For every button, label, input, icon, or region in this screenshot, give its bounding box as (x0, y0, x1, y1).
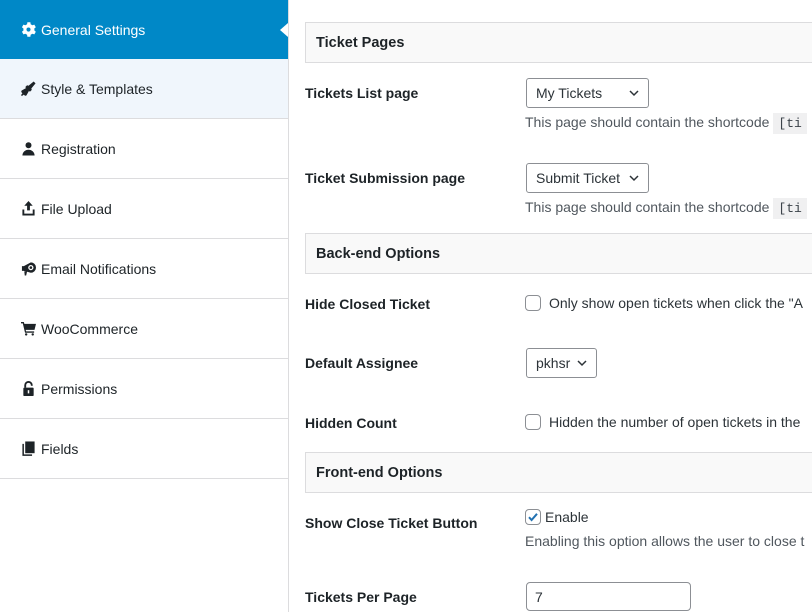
settings-sidebar: General Settings Style & Templates Regis… (0, 0, 289, 612)
chevron-down-icon (629, 90, 639, 97)
sidebar-item-style-templates[interactable]: Style & Templates (0, 59, 288, 119)
user-icon (20, 141, 36, 157)
settings-main: Ticket Pages Tickets List page My Ticket… (290, 0, 812, 612)
description-text: This page should contain the shortcode (525, 199, 770, 215)
sidebar-item-label: Email Notifications (41, 260, 157, 277)
show-close-ticket-description: Enabling this option allows the user to … (525, 533, 805, 549)
chevron-down-icon (629, 175, 639, 182)
sidebar-item-label: WooCommerce (41, 320, 138, 337)
select-value: Submit Ticket (536, 170, 621, 186)
cart-icon (20, 321, 36, 337)
hidden-count-label: Hidden Count (305, 415, 397, 431)
select-value: My Tickets (536, 85, 603, 101)
sidebar-item-label: Fields (41, 440, 79, 457)
checkbox-label: Only show open tickets when click the "A (549, 295, 803, 311)
shortcode: [ti (773, 113, 807, 134)
checkmark-icon (528, 513, 538, 522)
megaphone-icon (20, 261, 36, 277)
upload-icon (20, 201, 36, 217)
hidden-count-checkbox[interactable] (525, 414, 541, 430)
checkbox-label: Enable (545, 509, 589, 525)
chevron-down-icon (577, 360, 587, 367)
gear-icon (20, 22, 36, 38)
sidebar-item-file-upload[interactable]: File Upload (0, 179, 288, 239)
sidebar-item-email-notifications[interactable]: Email Notifications (0, 239, 288, 299)
default-assignee-select[interactable]: pkhsr (526, 348, 597, 378)
hide-closed-ticket-label: Hide Closed Ticket (305, 296, 431, 312)
sidebar-item-registration[interactable]: Registration (0, 119, 288, 179)
section-title: Front-end Options (316, 464, 443, 481)
input-value: 7 (535, 588, 543, 605)
tickets-list-page-description: This page should contain the shortcode [t… (525, 113, 807, 134)
paintbrush-icon (20, 81, 36, 97)
unlock-icon (20, 381, 36, 397)
sidebar-item-woocommerce[interactable]: WooCommerce (0, 299, 288, 359)
sidebar-item-fields[interactable]: Fields (0, 419, 288, 479)
ticket-submission-page-label: Ticket Submission page (305, 170, 466, 186)
section-title: Ticket Pages (316, 34, 405, 51)
sidebar-item-label: Style & Templates (41, 80, 153, 97)
hidden-count-option: Hidden the number of open tickets in the (525, 414, 800, 430)
tickets-per-page-label: Tickets Per Page (305, 589, 417, 605)
hide-closed-ticket-checkbox[interactable] (525, 295, 541, 311)
sidebar-item-permissions[interactable]: Permissions (0, 359, 288, 419)
ticket-submission-page-description: This page should contain the shortcode [t… (525, 198, 807, 219)
tickets-per-page-input[interactable]: 7 (526, 582, 691, 611)
sidebar-item-label: Registration (41, 140, 116, 157)
select-value: pkhsr (536, 355, 571, 371)
sidebar-item-label: General Settings (41, 21, 146, 38)
show-close-ticket-option: Enable (525, 509, 589, 525)
section-frontend-options: Front-end Options (305, 452, 812, 493)
default-assignee-label: Default Assignee (305, 355, 419, 371)
section-ticket-pages: Ticket Pages (305, 22, 812, 63)
tickets-list-page-label: Tickets List page (305, 85, 419, 101)
shortcode: [ti (773, 198, 807, 219)
description-text: This page should contain the shortcode (525, 114, 770, 130)
show-close-ticket-button-label: Show Close Ticket Button (305, 515, 478, 531)
section-backend-options: Back-end Options (305, 233, 812, 274)
tickets-list-page-select[interactable]: My Tickets (526, 78, 649, 108)
section-title: Back-end Options (316, 245, 441, 262)
show-close-ticket-checkbox[interactable] (525, 509, 541, 525)
checkbox-label: Hidden the number of open tickets in the (549, 414, 801, 430)
copy-icon (20, 441, 36, 457)
sidebar-item-label: File Upload (41, 200, 112, 217)
ticket-submission-page-select[interactable]: Submit Ticket (526, 163, 649, 193)
sidebar-item-general-settings[interactable]: General Settings (0, 0, 288, 59)
sidebar-item-label: Permissions (41, 380, 118, 397)
hide-closed-ticket-option: Only show open tickets when click the "A (525, 295, 803, 311)
